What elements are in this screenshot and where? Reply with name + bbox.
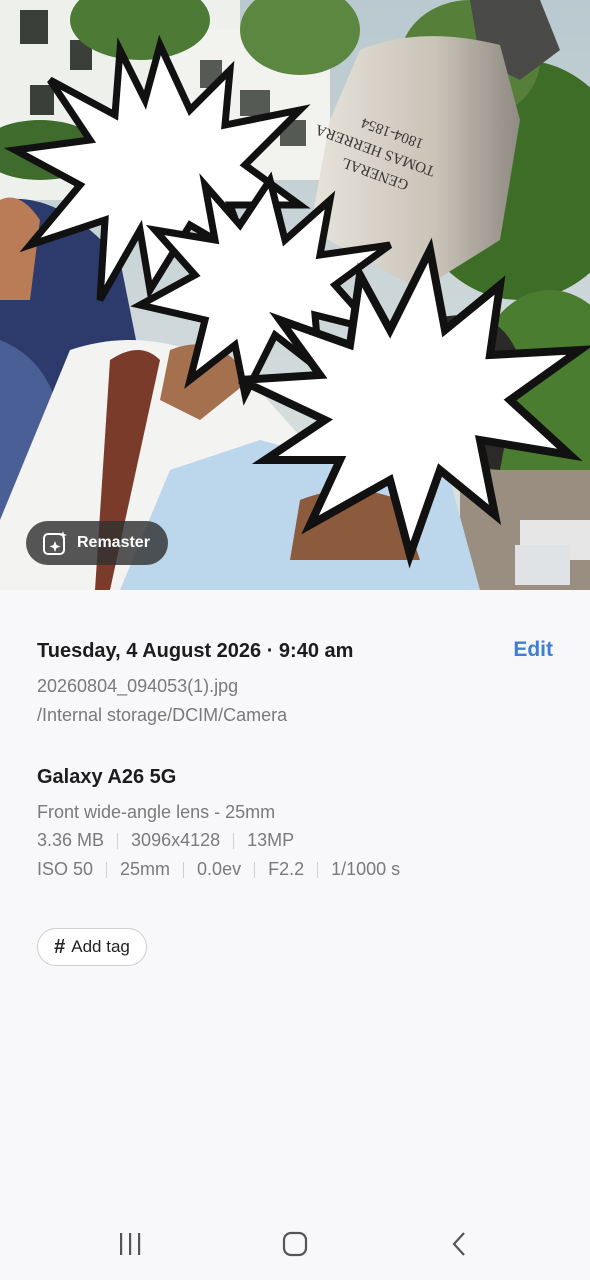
divider [233,832,235,849]
divider [106,861,108,878]
back-icon [452,1232,465,1256]
resolution: 3096x4128 [131,830,221,850]
file-specs-row: 3.36 MB 3096x4128 13MP [37,830,294,851]
file-name: 20260804_094053(1).jpg [37,676,239,696]
file-path: /Internal storage/DCIM/Camera [37,705,288,725]
add-tag-button[interactable]: # Add tag [37,928,147,966]
megapixels: 13MP [247,830,295,850]
edit-button[interactable]: Edit [513,638,553,662]
home-button[interactable] [273,1222,317,1266]
exposure-row: ISO 50 25mm 0.0ev F2.2 1/1000 s [37,859,400,880]
divider [183,861,185,878]
lens-info: Front wide-angle lens - 25mm [37,802,276,822]
recent-apps-icon [120,1233,141,1255]
exposure-value: 0.0ev [197,859,242,879]
aperture: F2.2 [268,859,305,879]
hashtag-icon: # [54,935,66,958]
shutter-speed: 1/1000 s [331,859,401,879]
divider [317,861,319,878]
photo-image: GENERAL TOMAS HERRERA 1804-1854 [0,0,590,590]
back-button[interactable] [438,1222,482,1266]
recent-apps-button[interactable] [108,1222,152,1266]
add-tag-label: Add tag [71,937,130,956]
iso-value: ISO 50 [37,859,94,879]
photo-preview[interactable]: GENERAL TOMAS HERRERA 1804-1854 Remaster [0,0,590,590]
remaster-sparkle-icon [43,531,67,555]
remaster-button[interactable]: Remaster [26,521,168,565]
home-icon [282,1231,308,1257]
focal-length: 25mm [120,859,171,879]
device-name: Galaxy A26 5G [37,766,177,788]
capture-datetime: Tuesday, 4 August 2026 · 9:40 am [37,640,354,662]
remaster-label: Remaster [77,534,150,551]
file-size: 3.36 MB [37,830,105,850]
divider [117,832,119,849]
divider [254,861,256,878]
